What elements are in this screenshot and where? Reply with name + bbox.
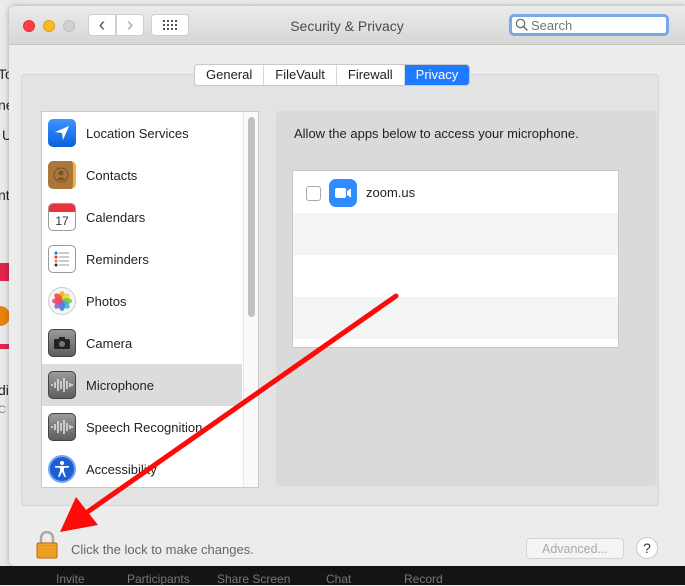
service-label: Photos <box>86 293 127 309</box>
service-location-services[interactable]: Location Services <box>42 112 242 154</box>
scrollbar-thumb[interactable] <box>248 117 255 317</box>
toolbar-share-screen[interactable]: Share Screen <box>217 572 290 586</box>
speech-waveform-icon <box>48 413 76 441</box>
background-zoom-toolbar: Invite Participants Share Screen Chat Re… <box>0 566 685 586</box>
service-speech-recognition[interactable]: Speech Recognition <box>42 406 242 448</box>
service-photos[interactable]: Photos <box>42 280 242 322</box>
empty-row <box>293 213 618 255</box>
app-name: zoom.us <box>366 185 416 200</box>
privacy-services-list: Location Services Contacts 17 Calendars … <box>41 111 259 488</box>
service-label: Speech Recognition <box>86 419 203 435</box>
service-contacts[interactable]: Contacts <box>42 154 242 196</box>
service-label: Location Services <box>86 125 189 141</box>
service-camera[interactable]: Camera <box>42 322 242 364</box>
search-input[interactable] <box>529 17 661 33</box>
service-accessibility[interactable]: Accessibility <box>42 448 242 487</box>
camera-icon <box>48 329 76 357</box>
service-label: Calendars <box>86 209 146 225</box>
service-label: Microphone <box>86 377 154 393</box>
calendar-icon: 17 <box>48 203 76 231</box>
empty-row <box>293 297 618 339</box>
zoom-permission-checkbox[interactable] <box>306 186 321 201</box>
help-button[interactable]: ? <box>636 537 658 559</box>
tab-privacy[interactable]: Privacy <box>404 65 470 85</box>
tab-general[interactable]: General <box>195 65 265 85</box>
permission-description: Allow the apps below to access your micr… <box>294 126 579 141</box>
lock-button[interactable] <box>36 530 58 559</box>
tab-bar: General FileVault Firewall Privacy <box>194 64 471 86</box>
service-label: Reminders <box>86 251 149 267</box>
service-calendars[interactable]: 17 Calendars <box>42 196 242 238</box>
toolbar-chat[interactable]: Chat <box>326 572 351 586</box>
app-row-zoom[interactable]: zoom.us <box>293 171 618 213</box>
lock-icon <box>36 530 58 559</box>
magnifier-icon <box>515 18 528 31</box>
search-field[interactable] <box>509 14 669 36</box>
toolbar-participants[interactable]: Participants <box>127 572 190 586</box>
tab-firewall[interactable]: Firewall <box>337 65 405 85</box>
empty-row <box>293 255 618 297</box>
photos-flower-icon <box>48 287 76 315</box>
toolbar-record[interactable]: Record <box>404 572 443 586</box>
service-label: Accessibility <box>86 461 157 477</box>
advanced-button[interactable]: Advanced... <box>526 538 624 559</box>
microphone-waveform-icon <box>48 371 76 399</box>
service-label: Contacts <box>86 167 138 183</box>
zoom-camera-icon <box>329 179 357 207</box>
service-label: Camera <box>86 335 133 351</box>
background-text: C <box>0 404 6 416</box>
toolbar-invite[interactable]: Invite <box>56 572 85 586</box>
tab-filevault[interactable]: FileVault <box>264 65 337 85</box>
calendar-date: 17 <box>55 214 69 228</box>
contacts-book-icon <box>48 161 76 189</box>
lock-instruction: Click the lock to make changes. <box>71 542 254 557</box>
allowed-apps-list: zoom.us <box>292 170 619 348</box>
title-bar: ‹ › Security & Privacy <box>9 6 685 45</box>
services-scrollbar[interactable] <box>243 112 258 487</box>
accessibility-person-icon <box>48 455 76 483</box>
reminders-list-icon <box>48 245 76 273</box>
location-arrow-icon <box>48 119 76 147</box>
service-microphone[interactable]: Microphone <box>42 364 242 406</box>
service-reminders[interactable]: Reminders <box>42 238 242 280</box>
